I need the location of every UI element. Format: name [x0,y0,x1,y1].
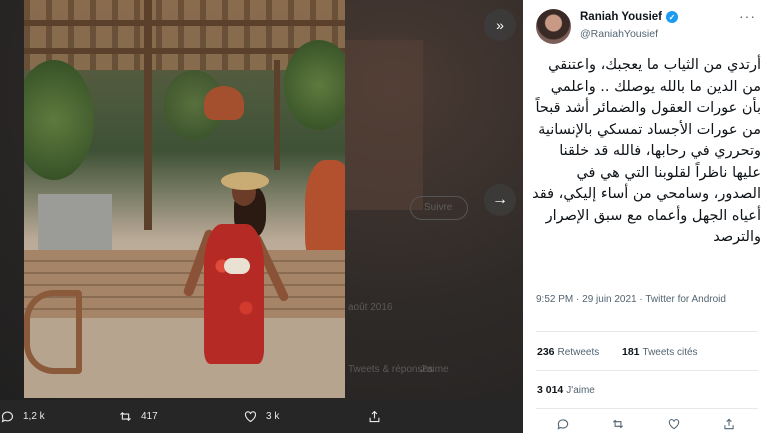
photo-lamp [204,86,244,120]
tweet-meta: 9:52 PM · 29 juin 2021 · Twitter for And… [536,292,761,307]
next-arrow-icon: → [492,191,508,208]
more-icon[interactable]: ··· [739,8,756,24]
retweets-count: 236 [537,346,555,358]
blurred-banner [345,40,423,210]
tweet-action-bar [523,417,770,433]
author-handle[interactable]: @RaniahYousief [580,28,658,40]
share-button[interactable] [367,409,382,424]
photo-bag [224,258,250,274]
quotes-count: 181 [622,346,640,358]
author-name-text: Raniah Yousief [580,11,663,23]
share-icon [724,418,734,430]
photo-chair [24,290,82,374]
likes-label: J'aime [566,385,595,396]
divider [536,331,758,332]
share-button[interactable] [722,417,736,433]
reply-count: 1,2 k [23,411,45,422]
expand-button[interactable]: » [484,9,516,41]
blurred-text: Tweets & réponses [348,364,434,375]
photo-woman [174,168,290,368]
retweet-count: 417 [141,411,158,422]
tweet-source[interactable]: Twitter for Android [645,294,726,305]
retweet-button[interactable] [611,417,625,433]
tweet-timestamp[interactable]: 9:52 PM · 29 juin 2021 [536,294,637,305]
reply-icon [557,419,569,430]
reply-icon [1,411,14,423]
photo-beam [24,20,345,26]
media-viewer: Suivre août 2016 J'aime Tweets & réponse… [0,0,523,433]
retweet-button[interactable]: 417 [118,409,158,424]
photo-plant [24,60,94,180]
divider [536,370,758,371]
blurred-text: août 2016 [348,302,393,313]
photo-hat [221,172,269,190]
quotes-stat[interactable]: 181 Tweets cités [622,346,698,358]
retweets-label: Retweets [557,347,600,358]
next-image-button[interactable]: → [484,184,516,216]
blurred-text: Suivre [424,202,453,213]
retweets-stat[interactable]: 236 Retweets [537,346,599,358]
expand-icon: » [496,17,504,33]
divider [536,408,758,409]
tweet-detail-pane: Raniah Yousief ✓ @RaniahYousief ··· أرتد… [523,0,770,433]
share-icon [369,410,380,423]
retweet-icon [120,411,131,422]
quotes-label: Tweets cités [642,347,698,358]
like-icon [244,411,257,423]
photo-planter [38,194,112,254]
avatar[interactable] [536,9,571,44]
like-count: 3 k [266,411,280,422]
viewer-action-bar: 1,2 k 417 3 k [0,400,523,433]
reply-button[interactable]: 1,2 k [0,409,45,424]
tweet-photo[interactable] [24,0,345,398]
photo-tree [284,40,345,130]
like-icon [668,419,680,430]
photo-post [144,0,152,230]
like-button[interactable] [667,417,681,433]
retweet-icon [612,419,624,429]
photo-dress [204,224,264,364]
likes-count: 3 014 [537,384,564,396]
likes-stat[interactable]: 3 014 J'aime [537,384,595,396]
tweet-text: أرتدي من الثياب ما يعجبك، واعتنقي من الد… [532,57,761,245]
verified-icon: ✓ [666,11,679,23]
reply-button[interactable] [556,417,570,433]
photo-post [274,60,280,170]
author-name[interactable]: Raniah Yousief ✓ [580,11,679,23]
like-button[interactable]: 3 k [243,409,279,424]
